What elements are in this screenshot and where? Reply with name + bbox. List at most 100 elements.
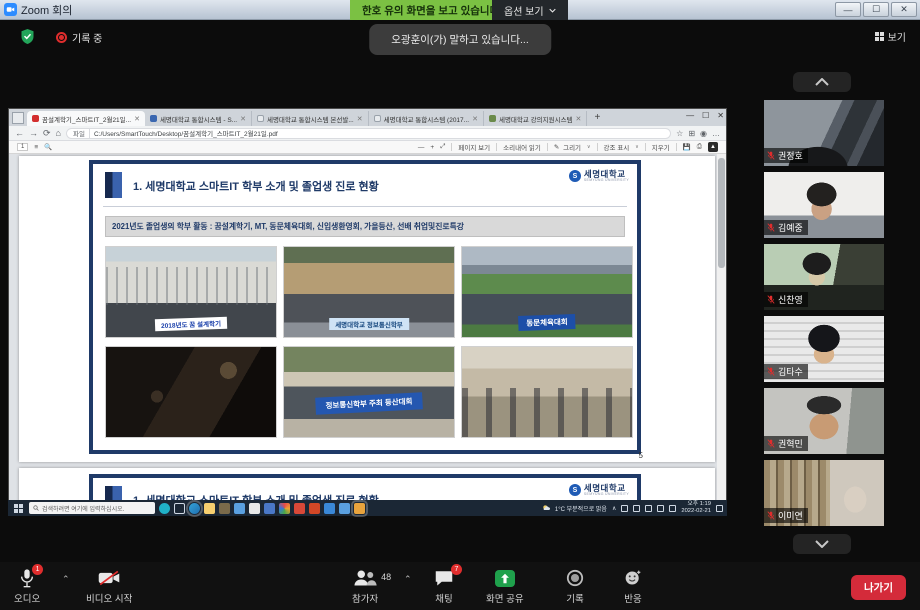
scroll-up-button[interactable] xyxy=(793,72,851,92)
contents-icon[interactable]: ≡ xyxy=(34,144,38,151)
reactions-button[interactable]: 반응 xyxy=(624,568,642,605)
draw-button[interactable]: ✎ 그리기 ∨ xyxy=(554,142,591,152)
mic-muted-icon xyxy=(767,511,775,520)
scroll-down-button[interactable] xyxy=(793,534,851,554)
powerpoint-icon[interactable] xyxy=(309,503,320,514)
fit-page-icon[interactable]: ⤢ xyxy=(440,143,445,151)
network-icon[interactable] xyxy=(645,505,652,512)
share-screen-icon xyxy=(495,570,515,587)
video-tile[interactable]: 김예중 xyxy=(764,172,884,238)
pin-toolbar-icon[interactable]: ▲ xyxy=(708,142,718,152)
zoom-out-button[interactable]: — xyxy=(418,144,425,151)
video-tile[interactable]: 권정호 xyxy=(764,100,884,166)
maximize-button[interactable]: ☐ xyxy=(863,2,889,17)
home-icon[interactable]: ⌂ xyxy=(56,129,61,138)
view-layout-button[interactable]: 보기 xyxy=(875,29,906,44)
favorite-star-icon[interactable]: ☆ xyxy=(676,129,683,138)
video-tile[interactable]: 신찬영 xyxy=(764,244,884,310)
highlight-button[interactable]: 강조 표시 ∨ xyxy=(604,142,639,152)
video-tile[interactable]: 이미연 xyxy=(764,460,884,526)
tab-portal-2[interactable]: 세명대학교 통합시스템 본선발... ✕ xyxy=(252,111,369,126)
title-accent-bar xyxy=(105,172,122,198)
tab-pdf[interactable]: 꿈설계학기_스마트IT_2월21일... ✕ xyxy=(27,111,145,126)
participants-button[interactable]: 48 참가자 xyxy=(352,568,378,605)
page-number-input[interactable]: 1 xyxy=(17,143,28,151)
folder-app-icon[interactable] xyxy=(234,503,245,514)
task-view-icon[interactable] xyxy=(174,503,185,514)
view-options-button[interactable]: 옵션 보기 xyxy=(492,0,568,20)
participant-name: 신찬영 xyxy=(778,293,803,306)
tab-close-icon[interactable]: ✕ xyxy=(576,115,582,123)
battery-icon[interactable] xyxy=(621,505,628,512)
taskbar-search-input[interactable]: 검색하려면 여기에 입력하십시오. xyxy=(29,502,155,514)
university-logo-icon: S xyxy=(569,170,581,182)
zoom-in-button[interactable]: + xyxy=(430,144,434,151)
forward-icon[interactable]: → xyxy=(29,129,38,138)
share-screen-button[interactable]: 화면 공유 xyxy=(486,568,524,605)
tab-close-icon[interactable]: ✕ xyxy=(134,115,140,123)
photos-app-icon[interactable] xyxy=(279,503,290,514)
browser-minimize-icon[interactable]: — xyxy=(686,111,694,120)
photo-grid: 2018년도 꿈 설계학기 세명대학교 정보통신학부 동문체육대회 정보통신학부… xyxy=(105,246,633,438)
pdf-scrollbar[interactable] xyxy=(717,154,726,516)
tab-close-icon[interactable]: ✕ xyxy=(357,115,363,123)
refresh-icon[interactable]: ⟳ xyxy=(43,129,51,138)
chat-button[interactable]: 7 채팅 xyxy=(434,568,454,605)
page-view-button[interactable]: 페이지 보기 xyxy=(458,142,490,152)
close-button[interactable]: ✕ xyxy=(891,2,917,17)
find-icon[interactable]: 🔍 xyxy=(44,143,52,151)
notification-center-icon[interactable] xyxy=(716,505,723,512)
scrollbar-thumb[interactable] xyxy=(718,158,725,268)
windows-start-icon[interactable] xyxy=(14,504,23,513)
red-app-icon[interactable] xyxy=(294,503,305,514)
leave-meeting-button[interactable]: 나가기 xyxy=(851,575,906,600)
browser-maximize-icon[interactable]: ☐ xyxy=(702,111,709,120)
address-input[interactable]: 파일 C:/Users/SmartTouch/Desktop/꿈설계학기_스마트… xyxy=(66,128,671,139)
back-icon[interactable]: ← xyxy=(15,129,24,138)
pdf-viewport[interactable]: 1. 세명대학교 스마트IT 학부 소개 및 졸업생 진로 현황 S 세명대학교… xyxy=(9,154,726,516)
mic-muted-icon xyxy=(767,367,775,376)
security-shield-icon[interactable] xyxy=(20,28,35,50)
tab-portal-3[interactable]: 세명대학교 통합시스템 (2017... ✕ xyxy=(369,111,484,126)
tab-portal-1[interactable]: 세명대학교 통합시스템 - S... ✕ xyxy=(145,111,252,126)
minimize-button[interactable]: — xyxy=(835,2,861,17)
ime-icon[interactable] xyxy=(669,505,676,512)
chat-badge: 7 xyxy=(451,564,462,575)
file-explorer-icon[interactable] xyxy=(204,503,215,514)
edge-icon[interactable] xyxy=(189,503,200,514)
collections-icon[interactable]: ⊞ xyxy=(688,129,695,138)
new-tab-button[interactable]: + xyxy=(591,112,603,124)
blue-app-icon[interactable] xyxy=(264,503,275,514)
security-app-icon[interactable] xyxy=(219,503,230,514)
folder-app-icon-2[interactable] xyxy=(339,503,350,514)
weather-text[interactable]: 1°C 부분적으로 맑음 xyxy=(555,504,607,513)
browser-close-icon[interactable]: ✕ xyxy=(717,111,724,120)
mic-tray-icon[interactable] xyxy=(633,505,640,512)
zoom-taskbar-icon[interactable] xyxy=(354,503,365,514)
more-menu-icon[interactable]: … xyxy=(712,129,720,138)
participants-options-chevron[interactable]: ⌃ xyxy=(404,574,412,585)
browser-app-icon xyxy=(12,112,24,124)
tab-close-icon[interactable]: ✕ xyxy=(240,115,246,123)
audio-options-chevron[interactable]: ⌃ xyxy=(62,574,70,585)
snip-pen-icon[interactable] xyxy=(249,503,260,514)
volume-icon[interactable] xyxy=(657,505,664,512)
video-app-icon[interactable] xyxy=(324,503,335,514)
tray-chevron-icon[interactable]: ∧ xyxy=(612,505,616,512)
erase-button[interactable]: 지우기 xyxy=(652,142,670,152)
cortana-icon[interactable] xyxy=(159,503,170,514)
tab-close-icon[interactable]: ✕ xyxy=(472,115,478,123)
active-speaker-toast: 오광훈이(가) 말하고 있습니다... xyxy=(369,24,551,55)
tab-lms[interactable]: 세명대학교 강의지원시스템 ✕ xyxy=(484,111,587,126)
save-icon[interactable]: 💾 xyxy=(683,143,691,151)
site-favicon xyxy=(489,115,496,122)
profile-icon[interactable]: ◉ xyxy=(700,129,707,138)
start-video-button[interactable]: 비디오 시작 xyxy=(86,568,132,605)
video-tile[interactable]: 권혁민 xyxy=(764,388,884,454)
print-icon[interactable]: ⎙ xyxy=(697,143,702,151)
video-tile[interactable]: 김타수 xyxy=(764,316,884,382)
audio-button[interactable]: 1 오디오 xyxy=(14,568,40,605)
taskbar-clock[interactable]: 오후 1:19 2022-02-21 xyxy=(681,501,711,514)
record-button[interactable]: 기록 xyxy=(566,568,584,605)
read-aloud-button[interactable]: 소리내어 읽기 xyxy=(503,142,541,152)
